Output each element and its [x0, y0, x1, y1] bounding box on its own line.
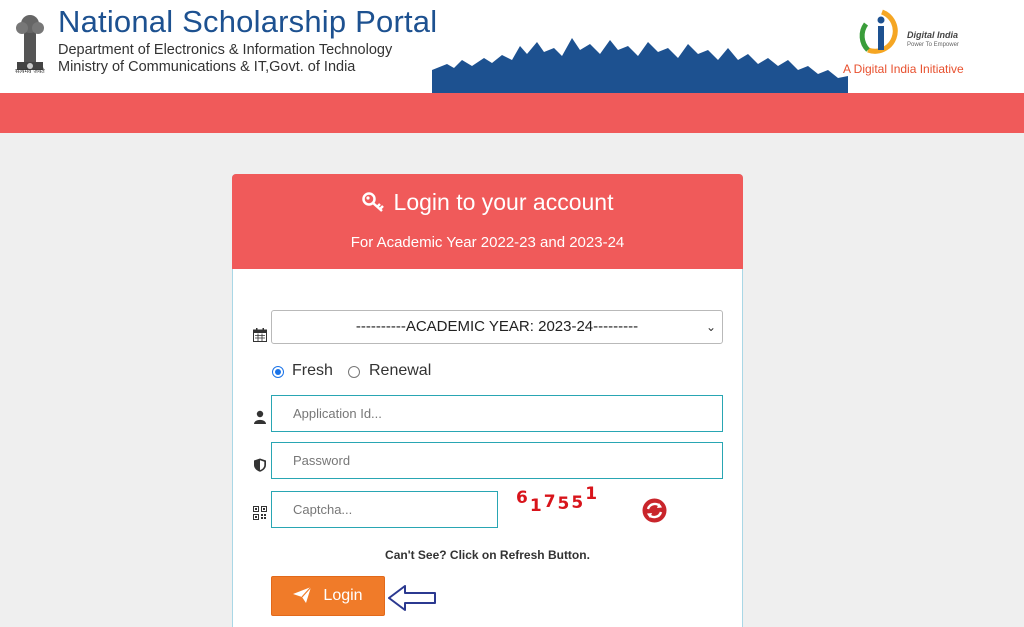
arrow-left-icon: [388, 585, 436, 611]
academic-year-value: ----------ACADEMIC YEAR: 2023-24--------…: [355, 318, 639, 335]
captcha-image: 617551: [516, 484, 599, 516]
captcha-char: 6: [516, 488, 530, 508]
captcha-char: 7: [543, 492, 558, 512]
refresh-hint-text: Can't See? Click on Refresh Button.: [385, 548, 590, 562]
chevron-down-icon: ⌄: [705, 320, 716, 334]
captcha-char: 1: [585, 484, 600, 504]
digital-india-tagline: Power To Empower: [907, 42, 959, 48]
captcha-placeholder: Captcha...: [293, 502, 353, 517]
department-text: Department of Electronics & Information …: [58, 42, 393, 58]
captcha-char: 5: [571, 493, 586, 513]
login-title-text: Login to your account: [393, 189, 614, 215]
login-title: Login to your account: [232, 189, 743, 216]
captcha-char: 1: [529, 496, 544, 516]
shield-icon: [254, 458, 266, 472]
calendar-icon: [253, 328, 267, 342]
application-id-input[interactable]: Application Id...: [271, 395, 723, 432]
password-placeholder: Password: [293, 453, 351, 468]
header-red-band: [0, 93, 1024, 133]
login-card-header: Login to your account For Academic Year …: [232, 174, 743, 269]
fresh-radio[interactable]: [272, 366, 284, 378]
send-icon: [293, 586, 312, 603]
login-button[interactable]: Login: [271, 576, 385, 616]
digital-india-name: Digital India: [907, 30, 959, 40]
login-button-label: Login: [323, 587, 363, 604]
application-id-placeholder: Application Id...: [293, 406, 382, 421]
renewal-radio[interactable]: [348, 366, 360, 378]
academic-year-select[interactable]: ----------ACADEMIC YEAR: 2023-24--------…: [271, 310, 723, 344]
digital-india-initiative: A Digital India Initiative: [843, 62, 964, 76]
key-icon: [361, 192, 384, 212]
site-header: सत्यमेव जयते National Scholarship Portal…: [0, 0, 1024, 93]
graduates-banner-image: [432, 38, 848, 93]
renewal-label[interactable]: Renewal: [369, 362, 431, 380]
password-input[interactable]: Password: [271, 442, 723, 479]
user-icon: [254, 410, 266, 424]
login-subtitle: For Academic Year 2022-23 and 2023-24: [350, 234, 625, 251]
portal-title[interactable]: National Scholarship Portal: [58, 4, 437, 40]
ministry-text: Ministry of Communications & IT,Govt. of…: [58, 59, 356, 75]
qr-icon: [253, 506, 267, 520]
captcha-char: 5: [557, 494, 572, 514]
digital-india-logo-icon: [859, 9, 898, 54]
emblem-caption: सत्यमेव जयते: [15, 68, 45, 75]
fresh-label[interactable]: Fresh: [292, 362, 333, 380]
captcha-input[interactable]: Captcha...: [271, 491, 498, 528]
refresh-icon[interactable]: [642, 498, 667, 523]
